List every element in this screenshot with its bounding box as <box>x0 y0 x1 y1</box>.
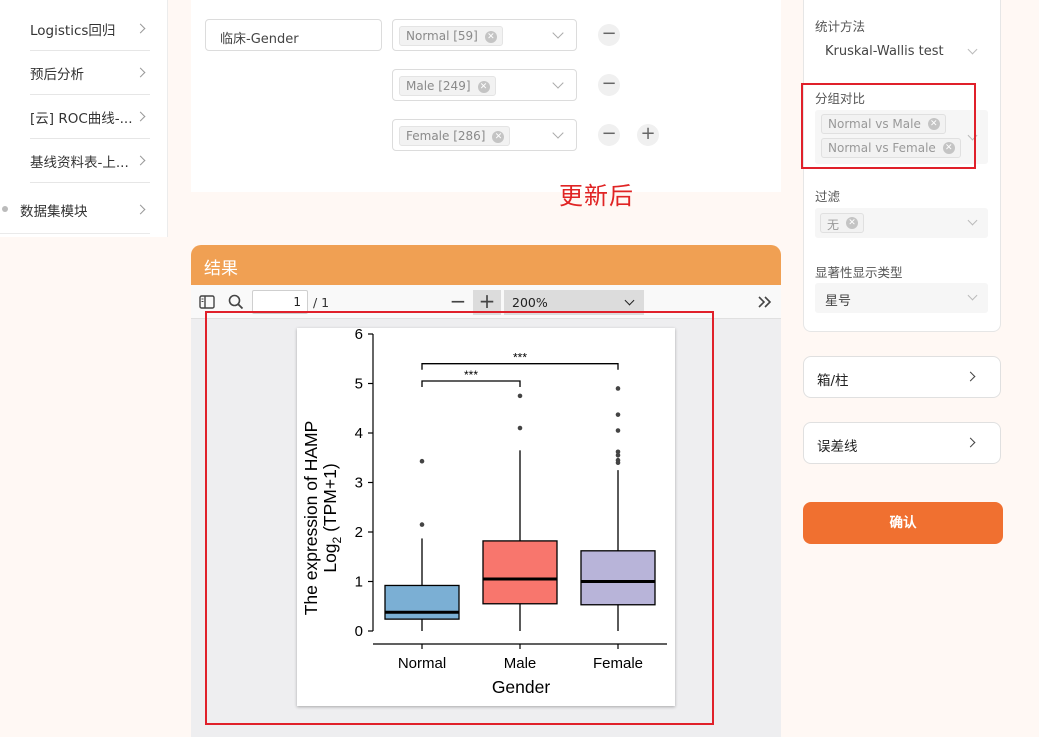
sig-type-select[interactable]: 星号 <box>815 283 988 313</box>
bullet-icon <box>2 206 8 212</box>
remove-group-button[interactable]: − <box>598 124 620 146</box>
chevron-down-icon <box>967 215 978 226</box>
filter-label: 过滤 <box>815 189 841 204</box>
group-tag-label: Male [249] <box>406 79 471 93</box>
chevron-down-icon <box>552 27 564 39</box>
chevron-right-icon <box>135 23 146 34</box>
double-chevron-right-icon[interactable] <box>757 295 773 309</box>
chevron-right-icon <box>965 437 976 448</box>
group-select-male[interactable]: Male [249] ✕ <box>392 69 577 101</box>
sidebar-item-label: 基线资料表-上... <box>30 155 129 171</box>
zoom-value: 200% <box>512 295 548 310</box>
sig-type-value: 星号 <box>825 294 852 309</box>
chevron-right-icon <box>135 204 146 215</box>
chevron-down-icon <box>624 295 635 306</box>
highlight-box-plot <box>205 311 714 725</box>
chevron-down-icon <box>967 44 978 55</box>
highlight-box-comparison <box>801 83 976 169</box>
remove-tag-icon[interactable]: ✕ <box>846 217 859 229</box>
remove-tag-icon[interactable]: ✕ <box>492 131 505 143</box>
group-tag-label: Female [286] <box>406 129 486 143</box>
chevron-down-icon <box>552 127 564 139</box>
filter-tag-label: 无 <box>827 218 840 232</box>
group-tag: Female [286] ✕ <box>399 126 511 146</box>
remove-tag-icon[interactable]: ✕ <box>484 31 497 43</box>
group-select-normal[interactable]: Normal [59] ✕ <box>392 19 577 51</box>
remove-tag-icon[interactable]: ✕ <box>477 81 490 93</box>
remove-group-button[interactable]: − <box>598 74 620 96</box>
sidebar-item-roc[interactable]: [云] ROC曲线-... <box>30 95 150 139</box>
remove-group-button[interactable]: − <box>598 24 620 46</box>
accordion-title: 箱/柱 <box>817 373 849 389</box>
variable-input[interactable]: 临床-Gender <box>205 19 382 51</box>
sidebar-item-prognosis[interactable]: 预后分析 <box>30 51 150 95</box>
sidebar-nav: Logistics回归 预后分析 [云] ROC曲线-... 基线资料表-上..… <box>0 0 168 237</box>
chevron-down-icon <box>552 77 564 89</box>
sidebar-item-label: 预后分析 <box>30 67 84 83</box>
chevron-down-icon <box>967 290 978 301</box>
accordion-title: 误差线 <box>817 439 858 455</box>
sig-type-label: 显著性显示类型 <box>815 265 903 280</box>
add-group-button[interactable]: + <box>637 124 659 146</box>
stat-method-label: 统计方法 <box>815 19 866 34</box>
sidebar-item-dataset-module[interactable]: 数据集模块 <box>0 190 150 234</box>
chevron-right-icon <box>965 371 976 382</box>
stat-method-select[interactable]: Kruskal-Wallis test <box>815 37 988 67</box>
group-select-female[interactable]: Female [286] ✕ <box>392 119 577 151</box>
chevron-right-icon <box>135 155 146 166</box>
sidebar-toggle-icon[interactable] <box>199 295 215 309</box>
results-title: 结果 <box>204 259 238 279</box>
group-tag-label: Normal [59] <box>406 29 478 43</box>
chevron-right-icon <box>135 111 146 122</box>
page-total: / 1 <box>313 295 330 310</box>
annotation-updated: 更新后 <box>559 182 634 210</box>
chevron-right-icon <box>135 67 146 78</box>
confirm-button[interactable]: 确认 <box>803 502 1003 544</box>
accordion-error-bar[interactable]: 误差线 <box>803 422 1001 464</box>
sidebar-item-baseline[interactable]: 基线资料表-上... <box>30 139 150 183</box>
sidebar-item-label: Logistics回归 <box>30 23 116 39</box>
sidebar-item-label: [云] ROC曲线-... <box>30 111 133 127</box>
sidebar-item-label: 数据集模块 <box>20 204 88 220</box>
accordion-box-bar[interactable]: 箱/柱 <box>803 356 1001 398</box>
filter-tag: 无 ✕ <box>820 213 865 233</box>
results-header: 结果 <box>191 245 781 285</box>
group-tag: Normal [59] ✕ <box>399 26 503 46</box>
search-icon[interactable] <box>228 294 244 310</box>
stat-method-value: Kruskal-Wallis test <box>825 44 944 59</box>
group-tag: Male [249] ✕ <box>399 76 496 96</box>
sidebar-item-logistics[interactable]: Logistics回归 <box>30 7 150 51</box>
filter-select[interactable]: 无 ✕ <box>815 208 988 238</box>
